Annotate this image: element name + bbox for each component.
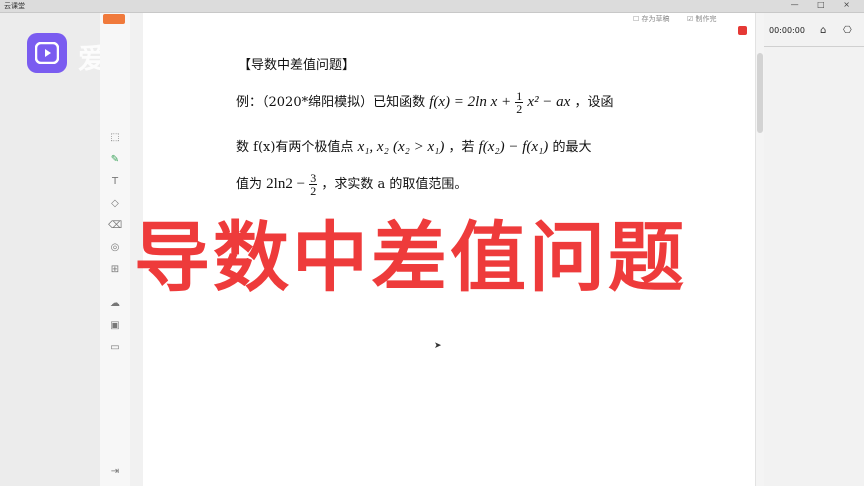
app-logo-icon (27, 33, 67, 73)
pen-tool-icon[interactable]: ✎ (108, 153, 122, 167)
fraction-three-halves: 32 (309, 172, 318, 197)
finish-label: 制作完 (695, 15, 717, 23)
board-tool-icon[interactable]: ▭ (108, 341, 122, 355)
problem-line-1: 例：（2020*绵阳模拟）已知函数 f(x) = 2ln x + 12 x² −… (236, 90, 614, 115)
select-tool-icon[interactable]: ⬚ (108, 131, 122, 145)
line1-suffix: ，设函 (574, 95, 614, 110)
line3-suffix: ，求实数 a 的取值范围。 (321, 177, 468, 192)
line2-suffix: 的最大 (552, 140, 592, 155)
recording-timer: 00:00:00 (769, 26, 805, 35)
line3-prefix: 值为 (236, 177, 263, 192)
window-titlebar: 云课堂 — □ × (0, 0, 864, 13)
line1-prefix: 例：（2020*绵阳模拟）已知函数 (236, 95, 426, 110)
window-controls[interactable]: — □ × (791, 0, 858, 9)
highlighter-tool-icon[interactable]: ⌫ (108, 219, 122, 233)
drawing-toolbar: ⬚ ✎ T ◇ ⌫ ◎ ⊞ ☁ ▣ ▭ ⇥ (100, 13, 130, 486)
line2-mid: ，若 (448, 140, 475, 155)
overlay-title: 导数中差值问题 (134, 213, 687, 302)
cloud-tool-icon[interactable]: ☁ (108, 297, 122, 311)
problem-line-2: 数 f(x)有两个极值点 x₁, x₂ (x₂ > x₁) ，若 f(x₂) −… (236, 136, 591, 156)
eraser-tool-icon[interactable]: ◇ (108, 197, 122, 211)
function-expression: f(x) = 2ln x + (429, 94, 512, 110)
save-draft-button[interactable]: ☐ 存为草稿 (633, 14, 670, 24)
difference-expression: f(x₂) − f(x₁) (478, 139, 549, 155)
image-tool-icon[interactable]: ▣ (108, 319, 122, 333)
condition-expression: (x₂ > x₁) (392, 139, 445, 155)
right-pane (764, 13, 864, 486)
app-title: 云课堂 (4, 2, 25, 10)
left-pane: 爱 (0, 13, 106, 486)
problem-line-3: 值为 2ln2 − 32 ，求实数 a 的取值范围。 (236, 172, 467, 197)
home-icon[interactable]: ⌂ (820, 25, 826, 36)
extreme-points: x₁, x₂ (357, 139, 389, 155)
fraction-half: 12 (515, 90, 524, 116)
toolbar-tab-badge[interactable] (103, 14, 125, 24)
scrollbar-thumb[interactable] (757, 53, 763, 133)
clear-tool-icon[interactable]: ⊞ (108, 263, 122, 277)
vertical-scrollbar[interactable] (755, 13, 764, 486)
save-draft-label: 存为草稿 (641, 15, 670, 23)
fraction-denominator: 2 (516, 102, 523, 116)
finish-button[interactable]: ☑ 制作完 (687, 14, 717, 24)
record-stop-icon[interactable] (738, 26, 747, 35)
mouse-cursor-icon: ➤ (434, 341, 442, 351)
max-value-expression: 2ln2 − (266, 176, 306, 192)
exit-tool-icon[interactable]: ⇥ (108, 465, 122, 479)
function-tail: x² − ax (527, 94, 571, 110)
pointer-tool-icon[interactable]: ◎ (108, 241, 122, 255)
text-tool-icon[interactable]: T (108, 175, 122, 189)
right-pane-divider (764, 46, 864, 47)
line2-prefix: 数 f(x)有两个极值点 (236, 140, 354, 155)
settings-icon[interactable]: ⎔ (843, 25, 852, 36)
problem-heading: 【导数中差值问题】 (238, 58, 356, 73)
